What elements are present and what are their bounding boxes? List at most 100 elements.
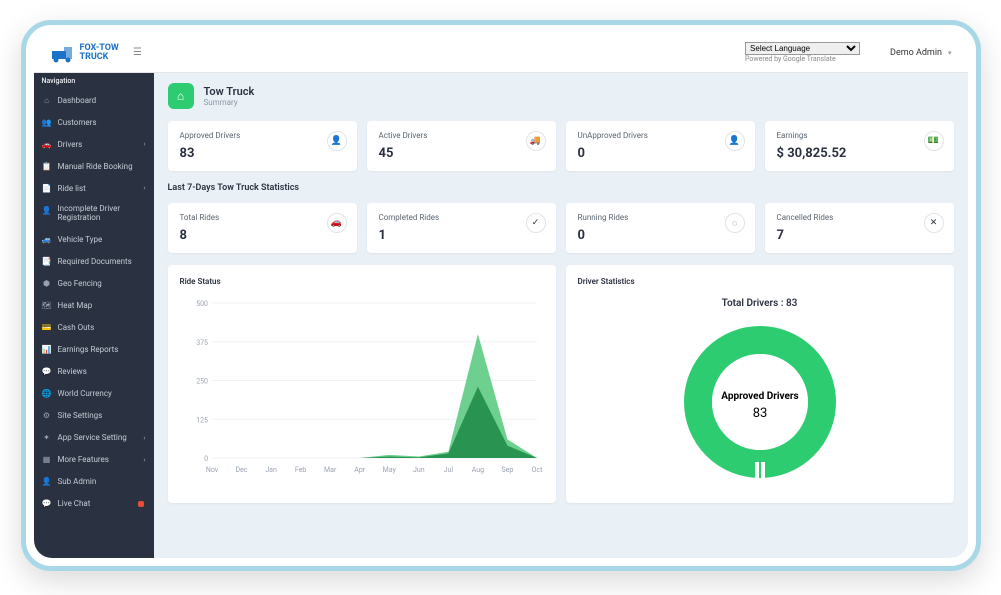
svg-text:Apr: Apr [354,466,365,474]
nav-label: Sub Admin [58,477,97,486]
svg-text:Nov: Nov [205,466,218,474]
nav-header: Navigation [34,73,154,89]
sidebar-item-app-service-setting[interactable]: ✦ App Service Setting › [34,427,154,449]
sidebar-item-customers[interactable]: 👥 Customers [34,111,154,133]
stat-card[interactable]: UnApproved Drivers 0 👤 [566,121,755,171]
nav-icon: 🗺 [42,301,52,311]
sidebar-item-world-currency[interactable]: 🌐 World Currency [34,383,154,405]
sidebar-item-required-documents[interactable]: 📑 Required Documents [34,251,154,273]
nav-icon: 📋 [42,161,52,171]
page-header: ⌂ Tow Truck Summary [168,83,954,109]
sidebar-item-heat-map[interactable]: 🗺 Heat Map [34,295,154,317]
stat-card[interactable]: Approved Drivers 83 👤 [168,121,357,171]
brand-text: FOX-TOWTRUCK [80,44,119,62]
stat-value: $ 30,825.52 [777,146,942,161]
stat-icon: ✕ [924,213,944,233]
stat-value: 45 [379,146,544,161]
sidebar-item-drivers[interactable]: 🚗 Drivers › [34,133,154,155]
svg-text:Oct: Oct [531,466,542,474]
stat-cards-row-2: Total Rides 8 🚗Completed Rides 1 ✓Runnin… [168,203,954,253]
stat-icon: 👤 [725,131,745,151]
stat-label: Completed Rides [379,213,544,222]
sidebar-item-live-chat[interactable]: 💬 Live Chat [34,493,154,515]
translate-powered: Powered by Google Translate [745,55,860,63]
nav-label: Reviews [58,367,87,376]
stat-label: UnApproved Drivers [578,131,743,140]
svg-text:Feb: Feb [294,466,306,474]
user-menu[interactable]: Demo Admin ▾ [890,48,951,58]
svg-text:May: May [382,466,396,474]
sidebar-item-site-settings[interactable]: ⚙ Site Settings [34,405,154,427]
nav-icon: 🌐 [42,389,52,399]
section-label: Last 7-Days Tow Truck Statistics [168,183,954,193]
sidebar-item-geo-fencing[interactable]: ⬢ Geo Fencing [34,273,154,295]
nav-icon: 📑 [42,257,52,267]
nav-label: Vehicle Type [58,235,103,244]
stat-card[interactable]: Completed Rides 1 ✓ [367,203,556,253]
stat-icon: ◌ [725,213,745,233]
app-screen: FOX-TOWTRUCK ☰ Select Language Powered b… [34,33,968,558]
sidebar-item-more-features[interactable]: ▦ More Features › [34,449,154,471]
svg-text:Sep: Sep [501,466,513,474]
stat-value: 83 [180,146,345,161]
stat-card[interactable]: Active Drivers 45 🚚 [367,121,556,171]
sidebar-item-earnings-reports[interactable]: 📊 Earnings Reports [34,339,154,361]
nav-icon: ▦ [42,455,52,465]
nav-label: Site Settings [58,411,103,420]
ride-status-chart: Ride Status 0125250375500NovDecJanFebMar… [168,265,556,503]
menu-toggle-icon[interactable]: ☰ [133,47,142,58]
stat-icon: 💵 [924,131,944,151]
nav-icon: ⬢ [42,279,52,289]
nav-icon: 👤 [42,477,52,487]
sidebar-item-vehicle-type[interactable]: 🚙 Vehicle Type [34,229,154,251]
nav-label: Cash Outs [58,323,95,332]
sidebar-item-cash-outs[interactable]: 💳 Cash Outs [34,317,154,339]
device-frame: FOX-TOWTRUCK ☰ Select Language Powered b… [21,20,981,571]
nav-label: App Service Setting [58,433,127,442]
svg-text:500: 500 [196,300,208,308]
svg-text:Jun: Jun [413,466,425,474]
driver-stats-chart: Driver Statistics Total Drivers : 83 App… [566,265,954,503]
svg-text:0: 0 [204,455,208,463]
sidebar-item-dashboard[interactable]: ⌂ Dashboard [34,89,154,111]
sidebar-item-manual-ride-booking[interactable]: 📋 Manual Ride Booking [34,155,154,177]
stat-value: 1 [379,228,544,243]
svg-text:Mar: Mar [324,466,337,474]
sidebar-item-incomplete-driver-registration[interactable]: 👤 Incomplete Driver Registration [34,199,154,229]
nav-label: Required Documents [58,257,132,266]
svg-text:83: 83 [752,406,767,421]
nav-icon: 👥 [42,117,52,127]
sidebar-item-ride-list[interactable]: 📄 Ride list › [34,177,154,199]
page-subtitle: Summary [204,98,255,107]
stat-label: Active Drivers [379,131,544,140]
user-name: Demo Admin [890,48,942,58]
donut-chart-svg: Approved Drivers 83 [675,317,845,487]
stat-card[interactable]: Running Rides 0 ◌ [566,203,755,253]
svg-text:Jan: Jan [265,466,277,474]
nav-label: Customers [58,118,97,127]
svg-text:Jul: Jul [443,466,453,474]
stat-label: Earnings [777,131,942,140]
nav-label: Geo Fencing [58,279,102,288]
svg-text:Dec: Dec [235,466,247,474]
stat-icon: 🚗 [327,213,347,233]
stat-card[interactable]: Cancelled Rides 7 ✕ [765,203,954,253]
nav-label: Manual Ride Booking [58,162,133,171]
stat-card[interactable]: Earnings $ 30,825.52 💵 [765,121,954,171]
nav-label: Live Chat [58,499,91,508]
home-icon: ⌂ [168,83,194,109]
notification-badge [138,501,144,507]
language-select[interactable]: Select Language [745,42,860,55]
stat-label: Cancelled Rides [777,213,942,222]
stat-icon: 👤 [327,131,347,151]
stat-card[interactable]: Total Rides 8 🚗 [168,203,357,253]
nav-icon: 👤 [42,205,52,215]
sidebar-item-sub-admin[interactable]: 👤 Sub Admin [34,471,154,493]
sidebar-item-reviews[interactable]: 💬 Reviews [34,361,154,383]
ride-status-title: Ride Status [180,277,544,286]
stat-icon: ✓ [526,213,546,233]
nav-icon: 💬 [42,499,52,509]
nav-icon: ⌂ [42,95,52,105]
topbar: FOX-TOWTRUCK ☰ Select Language Powered b… [34,33,968,73]
brand-logo[interactable]: FOX-TOWTRUCK [50,43,119,63]
